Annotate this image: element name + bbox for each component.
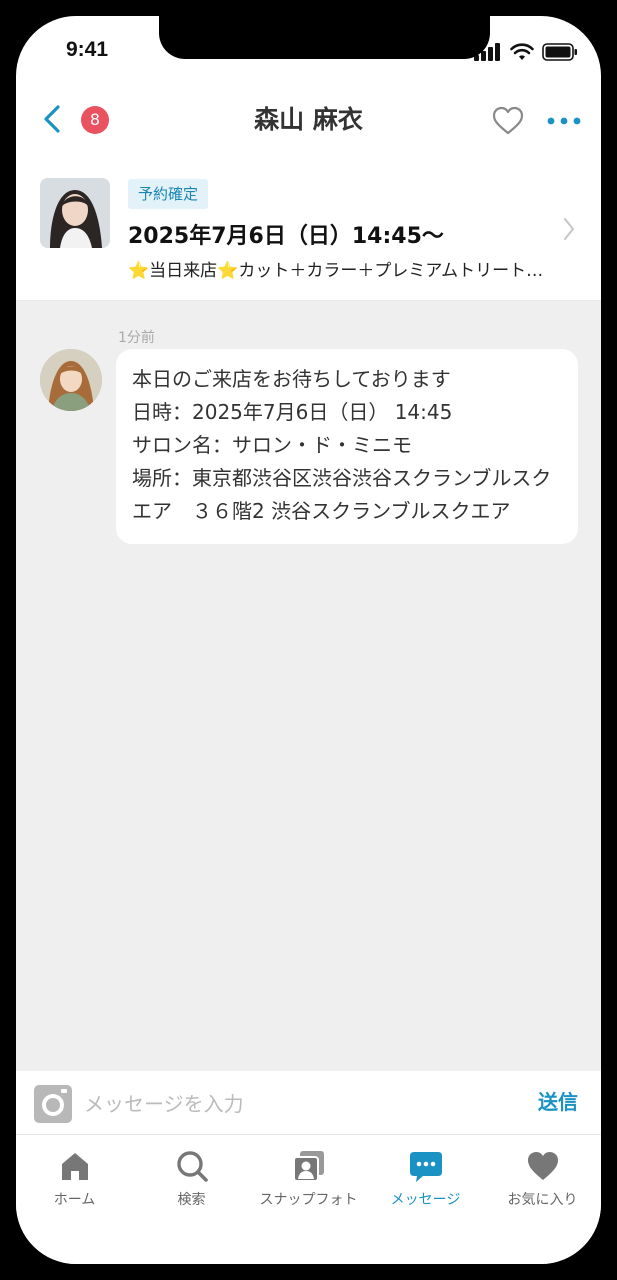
- tab-label: メッセージ: [390, 1192, 461, 1208]
- booking-date: 2025年7月6日（日）14:45〜: [128, 224, 444, 249]
- tab-message[interactable]: メッセージ: [367, 1135, 484, 1215]
- chevron-right-icon: [563, 217, 575, 241]
- message-text: 本日のご来店をお待ちしております 日時：2025年7月6日（日） 14:45 サ…: [132, 367, 552, 523]
- tab-label: ホーム: [53, 1192, 96, 1208]
- booking-status-badge: 予約確定: [128, 179, 209, 209]
- message-bubble: 本日のご来店をお待ちしております 日時：2025年7月6日（日） 14:45 サ…: [116, 349, 578, 544]
- avatar-image: [40, 349, 102, 411]
- tab-label: 検索: [177, 1192, 206, 1208]
- tab-home[interactable]: ホーム: [16, 1135, 133, 1215]
- search-icon: [176, 1151, 208, 1182]
- stylist-photo: [40, 178, 110, 248]
- status-time: 9:41: [66, 38, 109, 61]
- battery-icon: [542, 43, 577, 61]
- message-timestamp: 1分前: [118, 330, 155, 346]
- tab-label: お気に入り: [507, 1192, 578, 1208]
- home-icon: [61, 1153, 88, 1180]
- heart-icon: [527, 1152, 558, 1180]
- tab-snap-photo[interactable]: スナップフォト: [250, 1135, 367, 1215]
- booking-card[interactable]: 予約確定 2025年7月6日（日）14:45〜 ⭐当日来店⭐カット＋カラー＋プレ…: [16, 156, 601, 301]
- stylist-photo-image: [40, 178, 110, 248]
- message-icon: [409, 1152, 442, 1182]
- photos-icon: [292, 1151, 324, 1182]
- more-options-icon[interactable]: [546, 116, 582, 126]
- phone-screen: 9:41 8 森山 麻衣 予約確定 2025年7月6日（日）14:45〜 ⭐当日…: [16, 16, 601, 1264]
- notch: [159, 16, 490, 59]
- tab-favorites[interactable]: お気に入り: [484, 1135, 601, 1215]
- avatar[interactable]: [40, 349, 102, 411]
- booking-menu: ⭐当日来店⭐カット＋カラー＋プレミアムトリートメント: [128, 261, 548, 281]
- status-icons: [474, 42, 578, 62]
- nav-header: 8 森山 麻衣: [16, 86, 601, 156]
- message-input[interactable]: [82, 1084, 516, 1124]
- unread-badge: 8: [81, 106, 109, 134]
- tab-search[interactable]: 検索: [133, 1135, 250, 1215]
- wifi-icon: [510, 43, 534, 60]
- tab-label: スナップフォト: [259, 1192, 358, 1208]
- tab-bar: ホーム 検索 スナップフォト メッセージ お気に入り: [16, 1135, 601, 1264]
- back-button[interactable]: [40, 104, 66, 134]
- message-composer: 送信: [16, 1072, 601, 1135]
- send-button[interactable]: 送信: [538, 1086, 578, 1115]
- favorite-heart-icon[interactable]: [492, 106, 524, 136]
- chat-area[interactable]: 1分前 本日のご来店をお待ちしております 日時：2025年7月6日（日） 14:…: [16, 301, 601, 1071]
- camera-icon[interactable]: [34, 1085, 72, 1123]
